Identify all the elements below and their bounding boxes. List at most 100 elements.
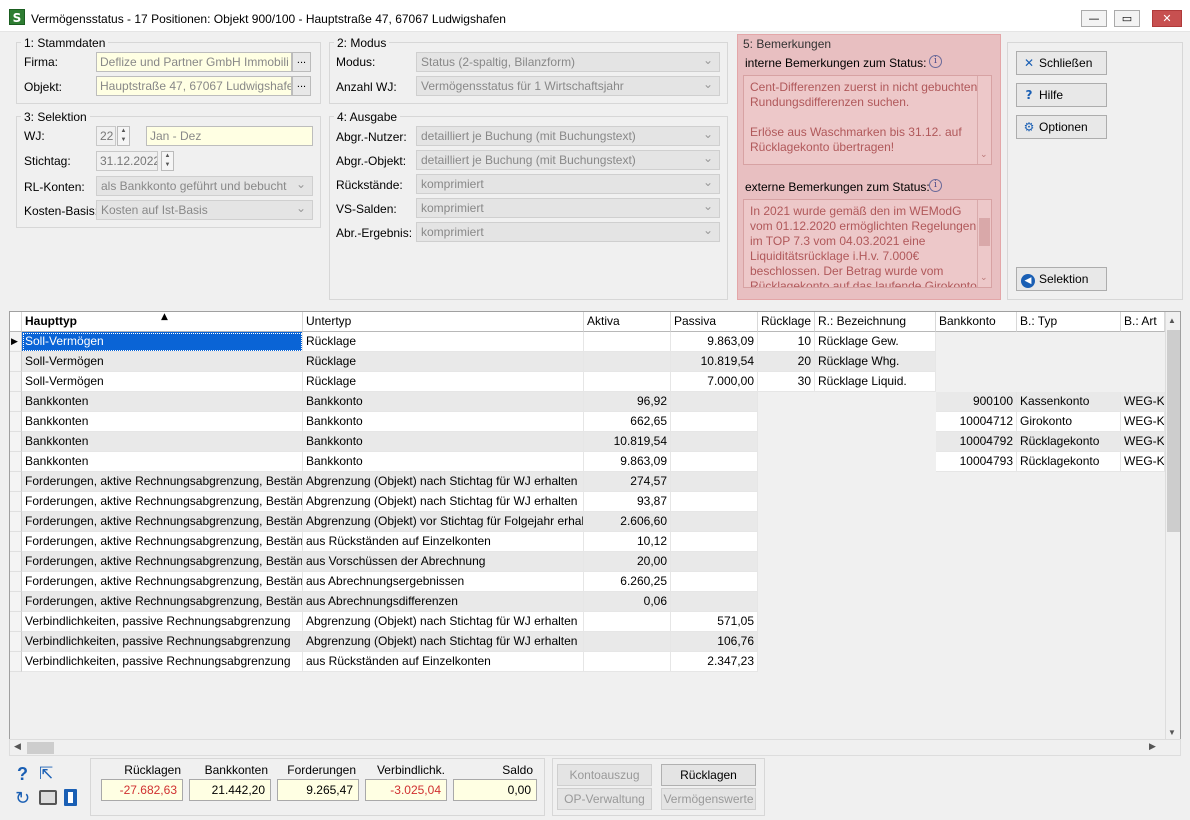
table-cell-b-art[interactable] xyxy=(1121,552,1165,572)
print-icon[interactable] xyxy=(39,790,57,805)
table-cell-r-bezeichnung[interactable] xyxy=(815,532,936,552)
stichtag-spinner[interactable]: ▲ ▼ xyxy=(161,151,174,171)
table-cell-r-bezeichnung[interactable] xyxy=(815,452,936,472)
vertical-scrollbar[interactable]: ▲ ▼ xyxy=(1165,312,1180,755)
hilfe-button[interactable]: ? Hilfe xyxy=(1016,83,1107,107)
table-cell-b-art[interactable] xyxy=(1121,352,1165,372)
table-cell-passiva[interactable] xyxy=(671,392,758,412)
table-cell-aktiva[interactable]: 93,87 xyxy=(584,492,671,512)
table-cell-untertyp[interactable]: Abgrenzung (Objekt) nach Stichtag für WJ… xyxy=(303,472,584,492)
table-cell-passiva[interactable]: 571,05 xyxy=(671,612,758,632)
table-cell-haupttyp[interactable]: Forderungen, aktive Rechnungsabgrenzung,… xyxy=(22,492,303,512)
horizontal-scrollbar[interactable]: ◀ ▶ xyxy=(9,739,1181,756)
table-cell-passiva[interactable] xyxy=(671,432,758,452)
col-aktiva-header[interactable]: Aktiva xyxy=(584,312,671,332)
table-cell-untertyp[interactable]: Abgrenzung (Objekt) nach Stichtag für WJ… xyxy=(303,632,584,652)
scroll-down-icon[interactable]: ▼ xyxy=(1168,728,1176,737)
table-cell-b-art[interactable]: WEG-K xyxy=(1121,432,1165,452)
table-cell-haupttyp[interactable]: Forderungen, aktive Rechnungsabgrenzung,… xyxy=(22,552,303,572)
table-cell-b-art[interactable]: WEG-K xyxy=(1121,452,1165,472)
table-cell-aktiva[interactable] xyxy=(584,352,671,372)
table-row[interactable]: Bankkonten Bankkonto 662,65 10004712 Girokon… xyxy=(10,412,1165,432)
table-cell-bankkonto[interactable] xyxy=(936,332,1017,352)
office-icon[interactable] xyxy=(64,789,77,806)
wj-spinner[interactable]: ▲ ▼ xyxy=(117,126,130,146)
row-selector[interactable] xyxy=(10,352,22,372)
table-cell-bankkonto[interactable]: 10004793 xyxy=(936,452,1017,472)
table-cell-r-bezeichnung[interactable] xyxy=(815,632,936,652)
extern-remark-textarea[interactable]: In 2021 wurde gemäß den im WEModG vom 01… xyxy=(743,199,992,288)
table-cell-b-typ[interactable] xyxy=(1017,592,1121,612)
table-cell-passiva[interactable] xyxy=(671,412,758,432)
table-cell-passiva[interactable] xyxy=(671,472,758,492)
rueckstaende-dropdown[interactable]: komprimiert xyxy=(416,174,720,194)
table-cell-passiva[interactable]: 2.347,23 xyxy=(671,652,758,672)
table-cell-ruecklage[interactable] xyxy=(758,432,815,452)
row-selector[interactable] xyxy=(10,532,22,552)
table-cell-passiva[interactable] xyxy=(671,512,758,532)
table-row[interactable]: Bankkonten Bankkonto 10.819,54 10004792 Rück… xyxy=(10,432,1165,452)
scrollbar-thumb[interactable] xyxy=(1167,330,1180,532)
table-cell-aktiva[interactable] xyxy=(584,372,671,392)
row-selector[interactable] xyxy=(10,392,22,412)
firma-field[interactable]: Deflize und Partner GmbH Immobili xyxy=(96,52,292,72)
col-b-typ-header[interactable]: B.: Typ xyxy=(1017,312,1121,332)
row-selector[interactable] xyxy=(10,452,22,472)
col-b-art-header[interactable]: B.: Art xyxy=(1121,312,1165,332)
table-cell-aktiva[interactable]: 9.863,09 xyxy=(584,452,671,472)
table-cell-aktiva[interactable]: 6.260,25 xyxy=(584,572,671,592)
table-cell-untertyp[interactable]: Bankkonto xyxy=(303,412,584,432)
row-selector[interactable] xyxy=(10,412,22,432)
schliessen-button[interactable]: ✕ Schließen xyxy=(1016,51,1107,75)
table-cell-passiva[interactable] xyxy=(671,452,758,472)
table-cell-b-art[interactable] xyxy=(1121,532,1165,552)
pointer-icon[interactable]: ⇱ xyxy=(39,764,53,784)
table-cell-b-art[interactable]: WEG-K xyxy=(1121,412,1165,432)
table-cell-ruecklage[interactable]: 20 xyxy=(758,352,815,372)
status-table[interactable]: Haupttyp Untertyp Aktiva Passiva Rücklage R.:… xyxy=(9,311,1181,756)
optionen-button[interactable]: ⚙ Optionen xyxy=(1016,115,1107,139)
table-cell-r-bezeichnung[interactable] xyxy=(815,592,936,612)
col-passiva-header[interactable]: Passiva xyxy=(671,312,758,332)
table-cell-bankkonto[interactable] xyxy=(936,372,1017,392)
anzahl-wj-dropdown[interactable]: Vermögensstatus für 1 Wirtschaftsjahr xyxy=(416,76,720,96)
help-icon[interactable]: ? xyxy=(17,764,28,785)
table-cell-ruecklage[interactable] xyxy=(758,492,815,512)
table-cell-passiva[interactable]: 106,76 xyxy=(671,632,758,652)
table-cell-haupttyp[interactable]: Forderungen, aktive Rechnungsabgrenzung,… xyxy=(22,472,303,492)
table-cell-r-bezeichnung[interactable] xyxy=(815,512,936,532)
table-row[interactable]: Forderungen, aktive Rechnungsabgrenzung,… xyxy=(10,512,1165,532)
table-cell-b-typ[interactable] xyxy=(1017,372,1121,392)
table-cell-untertyp[interactable]: Rücklage xyxy=(303,332,584,352)
table-cell-r-bezeichnung[interactable]: Rücklage Liquid. xyxy=(815,372,936,392)
table-cell-b-typ[interactable] xyxy=(1017,652,1121,672)
modus-dropdown[interactable]: Status (2-spaltig, Bilanzform) xyxy=(416,52,720,72)
table-cell-aktiva[interactable] xyxy=(584,612,671,632)
table-cell-untertyp[interactable]: aus Rückständen auf Einzelkonten xyxy=(303,652,584,672)
objekt-browse-button[interactable]: ... xyxy=(292,76,311,96)
table-cell-b-art[interactable] xyxy=(1121,572,1165,592)
table-row[interactable]: Verbindlichkeiten, passive Rechnungsabgr… xyxy=(10,612,1165,632)
row-selector[interactable] xyxy=(10,432,22,452)
table-row[interactable]: Verbindlichkeiten, passive Rechnungsabgr… xyxy=(10,652,1165,672)
table-cell-passiva[interactable]: 9.863,09 xyxy=(671,332,758,352)
table-cell-ruecklage[interactable] xyxy=(758,592,815,612)
table-cell-passiva[interactable] xyxy=(671,492,758,512)
table-cell-bankkonto[interactable] xyxy=(936,492,1017,512)
op-verwaltung-button[interactable]: OP-Verwaltung xyxy=(557,788,652,810)
table-cell-b-typ[interactable] xyxy=(1017,352,1121,372)
table-cell-b-art[interactable] xyxy=(1121,372,1165,392)
table-cell-ruecklage[interactable] xyxy=(758,412,815,432)
table-cell-untertyp[interactable]: aus Abrechnungsdifferenzen xyxy=(303,592,584,612)
row-selector[interactable] xyxy=(10,592,22,612)
col-ruecklage-header[interactable]: Rücklage xyxy=(758,312,815,332)
table-cell-aktiva[interactable]: 10.819,54 xyxy=(584,432,671,452)
row-selector[interactable] xyxy=(10,512,22,532)
table-cell-b-art[interactable] xyxy=(1121,492,1165,512)
table-cell-ruecklage[interactable] xyxy=(758,472,815,492)
table-cell-b-typ[interactable] xyxy=(1017,332,1121,352)
intern-remark-scrollbar[interactable]: ⌄ xyxy=(977,76,991,164)
table-cell-haupttyp[interactable]: Forderungen, aktive Rechnungsabgrenzung,… xyxy=(22,572,303,592)
wj-range-field[interactable]: Jan - Dez xyxy=(146,126,313,146)
rl-konten-dropdown[interactable]: als Bankkonto geführt und bebucht xyxy=(96,176,313,196)
